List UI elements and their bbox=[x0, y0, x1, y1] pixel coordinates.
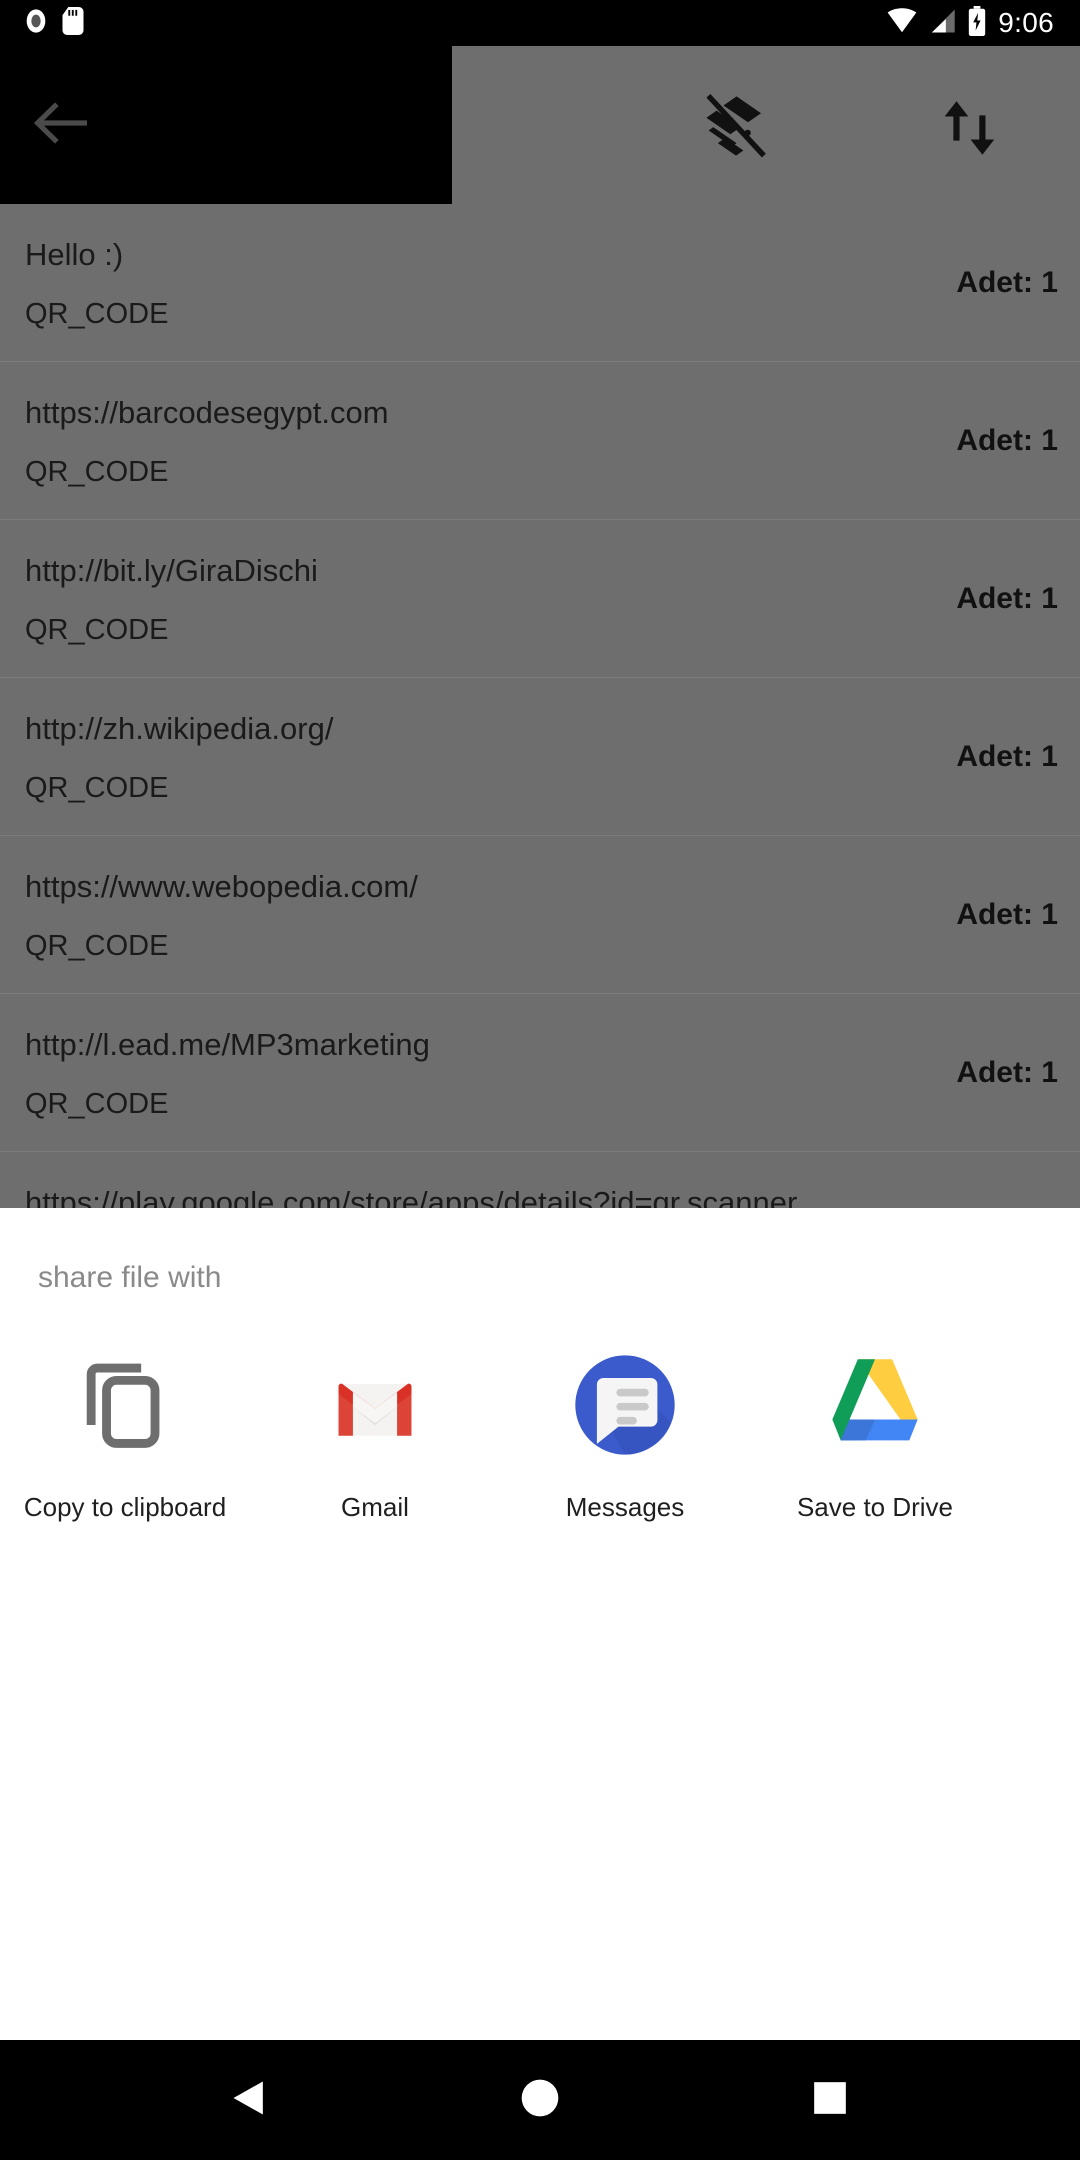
row-texts: http://zh.wikipedia.org/ QR_CODE bbox=[25, 710, 333, 806]
back-arrow-icon bbox=[33, 100, 90, 151]
record-icon bbox=[22, 7, 50, 40]
gmail-icon bbox=[311, 1341, 439, 1469]
status-bar-right-icons: 9:06 bbox=[887, 5, 1080, 41]
nav-recents-button[interactable] bbox=[775, 2045, 885, 2155]
row-texts: http://l.ead.me/MP3marketing QR_CODE bbox=[25, 1026, 430, 1122]
share-target-label: Gmail bbox=[341, 1492, 409, 1522]
share-target-label: Save to Drive bbox=[796, 1492, 954, 1522]
sd-card-icon bbox=[62, 6, 84, 40]
wifi-icon bbox=[887, 7, 917, 39]
app-content-behind-sheet: Hello :) QR_CODE Adet: 1 https://barcode… bbox=[0, 46, 1080, 1208]
table-row[interactable]: http://bit.ly/GiraDischi QR_CODE Adet: 1 bbox=[0, 520, 1080, 678]
row-count-badge: Adet: 1 bbox=[956, 740, 1058, 773]
table-row[interactable]: http://zh.wikipedia.org/ QR_CODE Adet: 1 bbox=[0, 678, 1080, 836]
app-toolbar bbox=[0, 46, 1080, 204]
share-target-gmail[interactable]: Gmail bbox=[250, 1341, 500, 1523]
row-subtitle: QR_CODE bbox=[25, 456, 169, 488]
table-row[interactable]: Hello :) QR_CODE Adet: 1 bbox=[0, 204, 1080, 362]
row-count-badge: Adet: 1 bbox=[956, 266, 1058, 299]
row-title: Hello :) bbox=[25, 237, 124, 272]
row-title: https://barcodesegypt.com bbox=[25, 395, 389, 430]
cellular-signal-icon bbox=[928, 8, 956, 39]
table-row[interactable]: http://l.ead.me/MP3marketing QR_CODE Ade… bbox=[0, 994, 1080, 1152]
row-texts: Hello :) QR_CODE bbox=[25, 236, 168, 332]
row-count-badge: Adet: 1 bbox=[956, 424, 1058, 457]
row-subtitle: QR_CODE bbox=[25, 772, 169, 804]
google-drive-icon bbox=[811, 1341, 939, 1469]
row-count-badge: Adet: 1 bbox=[956, 1056, 1058, 1089]
row-texts: https://barcodesegypt.com QR_CODE bbox=[25, 394, 389, 490]
android-screen: 9:06 Hello:) QR_CODE Adet: 1 https://ba… bbox=[0, 0, 1080, 2160]
row-title: https://play.google.com/store/apps/detai… bbox=[25, 1185, 798, 1208]
nav-home-button[interactable] bbox=[485, 2045, 595, 2155]
row-texts: https://www.webopedia.com/ QR_CODE bbox=[25, 868, 418, 964]
share-target-grid: Copy to clipboard Gmail Messages Save to… bbox=[0, 1341, 1080, 1523]
row-texts: https://play.google.com/store/apps/detai… bbox=[25, 1184, 797, 1208]
table-row[interactable]: https://play.google.com/store/apps/detai… bbox=[0, 1152, 1080, 1208]
layers-off-icon bbox=[699, 92, 773, 169]
sort-arrows-icon bbox=[939, 92, 1001, 169]
share-target-label: Copy to clipboard bbox=[23, 1492, 227, 1522]
share-sheet-title: share file with bbox=[38, 1261, 222, 1294]
row-title: https://www.webopedia.com/ bbox=[25, 869, 418, 904]
toolbar-action-sort[interactable] bbox=[930, 90, 1010, 170]
row-title: http://zh.wikipedia.org/ bbox=[25, 711, 334, 746]
nav-home-circle-icon bbox=[518, 2076, 562, 2125]
battery-charging-icon bbox=[967, 5, 987, 41]
row-title: http://bit.ly/GiraDischi bbox=[25, 553, 318, 588]
nav-back-triangle-icon bbox=[228, 2076, 272, 2125]
row-subtitle: QR_CODE bbox=[25, 614, 169, 646]
table-row[interactable]: https://barcodesegypt.com QR_CODE Adet: … bbox=[0, 362, 1080, 520]
navigation-bar bbox=[0, 2040, 1080, 2160]
barcode-history-list[interactable]: Hello :) QR_CODE Adet: 1 https://barcode… bbox=[0, 204, 1080, 1208]
row-count-badge: Adet: 1 bbox=[956, 582, 1058, 615]
back-button[interactable] bbox=[22, 90, 102, 160]
status-bar-left-icons bbox=[0, 6, 84, 40]
row-count-badge: Adet: 1 bbox=[956, 898, 1058, 931]
row-subtitle: QR_CODE bbox=[25, 1088, 169, 1120]
toolbar-action-layers-off[interactable] bbox=[690, 90, 782, 170]
row-texts: http://bit.ly/GiraDischi QR_CODE bbox=[25, 552, 318, 648]
row-subtitle: QR_CODE bbox=[25, 930, 169, 962]
row-title: http://l.ead.me/MP3marketing bbox=[25, 1027, 430, 1062]
share-target-copy-to-clipboard[interactable]: Copy to clipboard bbox=[0, 1341, 250, 1523]
share-target-label: Messages bbox=[565, 1492, 685, 1522]
nav-recents-square-icon bbox=[810, 2078, 850, 2123]
row-subtitle: QR_CODE bbox=[25, 298, 169, 330]
status-bar-clock: 9:06 bbox=[998, 7, 1054, 38]
messages-icon bbox=[561, 1341, 689, 1469]
status-bar: 9:06 bbox=[0, 0, 1080, 46]
copy-to-clipboard-icon bbox=[61, 1341, 189, 1469]
share-target-messages[interactable]: Messages bbox=[500, 1341, 750, 1523]
share-sheet: share file with Copy to clipboard Gmail … bbox=[0, 1208, 1080, 2040]
share-target-save-to-drive[interactable]: Save to Drive bbox=[750, 1341, 1000, 1523]
nav-back-button[interactable] bbox=[195, 2045, 305, 2155]
table-row[interactable]: https://www.webopedia.com/ QR_CODE Adet:… bbox=[0, 836, 1080, 994]
